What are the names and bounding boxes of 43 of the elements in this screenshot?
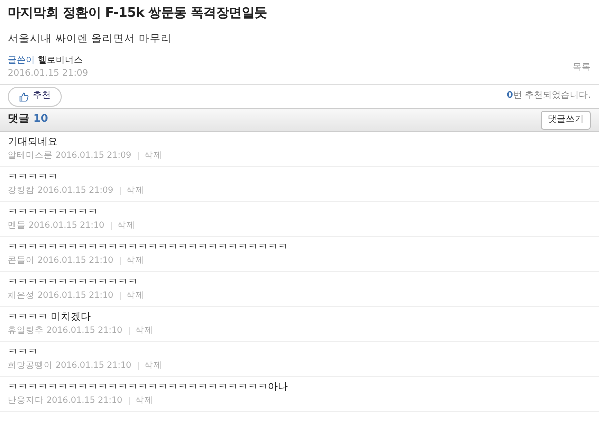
comment-date: 2016.01.15 21:10 bbox=[56, 361, 132, 372]
comment-text: 기대되네요 bbox=[8, 136, 59, 150]
author-name[interactable]: 헬로비너스 bbox=[38, 56, 83, 66]
comment-date: 2016.01.15 21:10 bbox=[46, 326, 123, 336]
comment-date: 2016.01.15 21:10 bbox=[28, 221, 105, 232]
comment-text: ㅋㅋㅋㅋ 미치겠다 bbox=[8, 311, 92, 326]
comment-author[interactable]: 알테미스룬 bbox=[8, 151, 53, 162]
post-date: 2016.01.15 21:09 bbox=[8, 69, 88, 80]
comment-author[interactable]: 희망공뗑이 bbox=[8, 361, 53, 372]
comment-author[interactable]: 콘들이 bbox=[8, 256, 35, 266]
delete-link[interactable]: 삭제 bbox=[126, 256, 145, 266]
comment-text: ㅋㅋㅋㅋㅋㅋㅋㅋㅋ bbox=[8, 206, 99, 220]
comment-date: 2016.01.15 21:09 bbox=[56, 151, 132, 162]
write-comment-button[interactable]: 댓글쓰기 bbox=[541, 110, 591, 130]
comment-date: 2016.01.15 21:10 bbox=[46, 396, 123, 406]
delete-link[interactable]: 삭제 bbox=[144, 361, 163, 372]
comments-heading: 댓글 10 bbox=[8, 112, 48, 128]
author-label: 글쓴이 bbox=[8, 56, 35, 66]
comment-text: ㅋㅋㅋㅋㅋㅋㅋㅋㅋㅋㅋㅋㅋㅋㅋㅋㅋㅋㅋㅋㅋㅋㅋㅋㅋㅋ아나 bbox=[8, 381, 289, 396]
delete-link[interactable]: 삭제 bbox=[136, 396, 154, 406]
post-title: 마지막회 정환이 F-15k 쌍문동 폭격장면일듯 bbox=[8, 6, 268, 22]
recommend-button[interactable]: 추천 bbox=[8, 87, 62, 107]
comment-date: 2016.01.15 21:10 bbox=[38, 291, 114, 302]
list-link[interactable]: 목록 bbox=[573, 62, 591, 76]
comment-text: ㅋㅋㅋㅋㅋ bbox=[8, 171, 59, 186]
comment-author[interactable]: 멘들 bbox=[8, 221, 26, 232]
comment-author[interactable]: 강킹캄 bbox=[8, 186, 35, 196]
comment-author[interactable]: 채은성 bbox=[8, 291, 35, 302]
comment-text: ㅋㅋㅋ bbox=[8, 346, 39, 360]
thumbs-up-icon bbox=[19, 92, 29, 102]
comment-author[interactable]: 휴일링추 bbox=[8, 326, 44, 336]
delete-link[interactable]: 삭제 bbox=[144, 151, 163, 162]
delete-link[interactable]: 삭제 bbox=[126, 291, 145, 302]
comment-text: ㅋㅋㅋㅋㅋㅋㅋㅋㅋㅋㅋㅋㅋ bbox=[8, 276, 139, 290]
post-body: 서울시내 싸이렌 올리면서 마무리 bbox=[8, 32, 174, 47]
delete-link[interactable]: 삭제 bbox=[136, 326, 154, 336]
comment-date: 2016.01.15 21:10 bbox=[38, 256, 114, 266]
comment-text: ㅋㅋㅋㅋㅋㅋㅋㅋㅋㅋㅋㅋㅋㅋㅋㅋㅋㅋㅋㅋㅋㅋㅋㅋㅋㅋㅋㅋ bbox=[8, 241, 289, 256]
recommend-count-text: 0번 추천되었습니다. bbox=[507, 90, 591, 104]
comment-author[interactable]: 난웅지다 bbox=[8, 396, 44, 406]
delete-link[interactable]: 삭제 bbox=[118, 221, 136, 232]
comment-date: 2016.01.15 21:09 bbox=[38, 186, 114, 196]
delete-link[interactable]: 삭제 bbox=[126, 186, 145, 196]
